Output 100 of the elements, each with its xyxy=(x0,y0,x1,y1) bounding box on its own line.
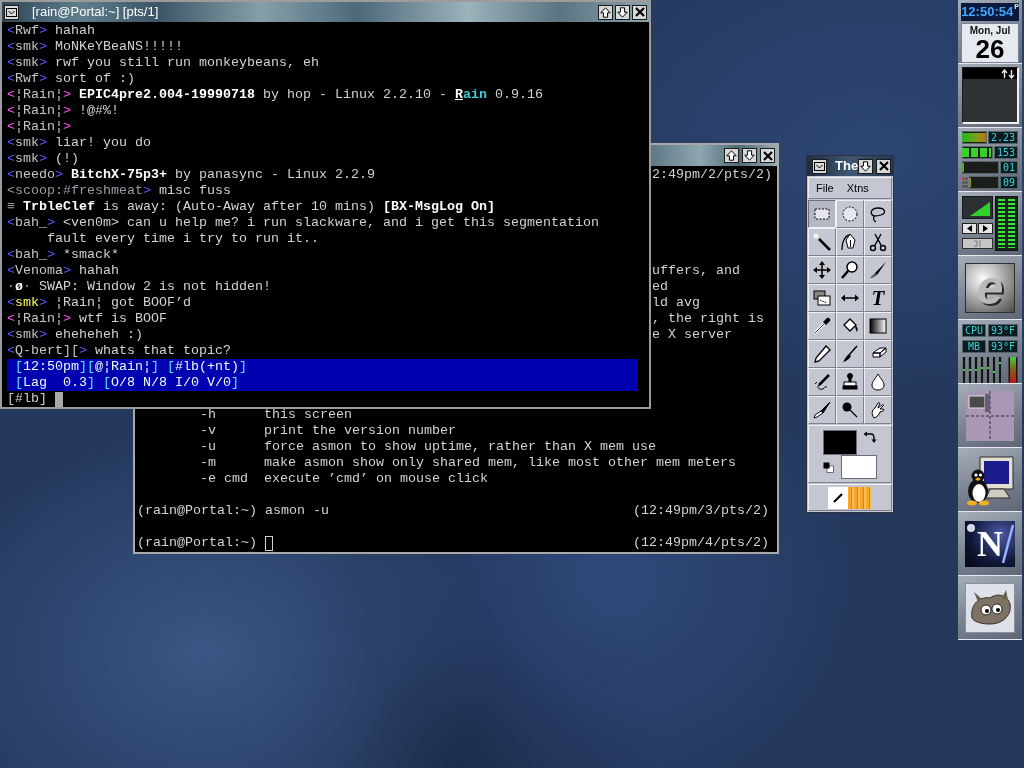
chat-line: <smk> (!) xyxy=(7,151,79,167)
window-menu-button[interactable] xyxy=(4,4,19,20)
left-triangle-icon xyxy=(967,225,972,232)
chat-line: <Rwf> hahah xyxy=(7,23,95,39)
status-line: [Lag 0.3] [O/8 N/8 I/0 V/0] xyxy=(15,375,239,391)
close-button[interactable] xyxy=(760,148,775,163)
lcd-label: CPU xyxy=(962,324,987,337)
chat-line: <Venoma> hahah xyxy=(7,263,119,279)
shell-prompt: (rain@Portal:~) xyxy=(137,535,257,551)
chat-line: <¦Rain¦> !@#%! xyxy=(7,103,119,119)
logo-letter: N xyxy=(977,524,1003,563)
swap-arrows-icon[interactable] xyxy=(863,430,877,444)
arrow-down-icon xyxy=(744,150,755,161)
magic-wand-icon xyxy=(812,232,832,252)
chat-line: <bah_> <ven0m> can u help me? i run slackware, and i get this segmentation xyxy=(7,215,599,231)
stamp-icon xyxy=(840,372,860,392)
dock-tile[interactable]: e xyxy=(958,256,1022,320)
chat-line: <smk> MoNKeYBeaNS!!!!! xyxy=(7,39,183,55)
scissors-icon xyxy=(868,232,888,252)
water-drop-icon xyxy=(868,372,888,392)
dot-matrix-icon xyxy=(962,177,968,188)
move-arrows-icon xyxy=(812,260,832,280)
penguin-computer-icon[interactable] xyxy=(964,453,1016,506)
up-down-arrows-icon xyxy=(1000,68,1015,79)
dock-tile[interactable] xyxy=(958,448,1022,512)
lcd-label: MB xyxy=(962,340,986,353)
maximize-button[interactable] xyxy=(598,4,613,20)
option-description: force asmon to show uptime, rather than X mem use xyxy=(264,439,656,455)
terminal-text: ed xyxy=(652,279,668,295)
arrow-up-icon xyxy=(600,6,611,18)
chat-line: <smk> ¦Rain¦ got BOOF’d xyxy=(7,295,191,311)
arrow-down-icon xyxy=(860,160,872,172)
status-line: [12:50pm][@¦Rain¦] [#lb(+nt)] xyxy=(15,359,247,375)
dock-tile[interactable] xyxy=(958,576,1022,640)
command-text: asmon -u xyxy=(265,503,329,519)
dock-tile[interactable] xyxy=(958,192,1022,256)
chat-line: <smk> liar! you do xyxy=(7,135,151,151)
minimize-button[interactable] xyxy=(742,148,757,163)
window-menu-button[interactable] xyxy=(812,158,827,174)
pager-drawing[interactable] xyxy=(966,390,1014,441)
dock-tile[interactable]: 2.23 153 01 09 xyxy=(958,128,1022,192)
chat-line: <scoop:#freshmeat> misc fuss xyxy=(7,183,231,199)
window-title: The xyxy=(835,158,859,174)
next-button[interactable] xyxy=(978,223,993,234)
maximize-button[interactable] xyxy=(724,148,739,163)
tool-button[interactable] xyxy=(808,200,836,228)
brush-stroke-icon xyxy=(833,492,843,503)
terminal-text: , the right is xyxy=(652,311,764,327)
dock-tile[interactable]: CPU 93°F MB 93°F xyxy=(958,320,1022,384)
chat-line: fault every time i try to run it.. xyxy=(47,231,319,247)
lcd-reading: 09 xyxy=(999,176,1018,189)
clock-time: 12:50:54 xyxy=(961,3,1014,21)
minimize-button[interactable] xyxy=(615,4,630,20)
ink-pen-icon xyxy=(812,400,832,420)
option-label: -v xyxy=(200,423,216,439)
option-description: execute ’cmd’ on mouse click xyxy=(264,471,488,487)
volume-triangle-icon xyxy=(970,202,990,216)
close-button[interactable] xyxy=(632,4,647,20)
window-menu-icon xyxy=(814,161,825,171)
chat-line: <¦Rain¦> EPIC4pre2.004-19990718 by hop - Linux 2.2.10 - Rain 0.9.16 xyxy=(7,87,543,103)
default-colors-icon[interactable] xyxy=(823,462,834,473)
dock-tile[interactable] xyxy=(958,384,1022,448)
chat-line: <¦Rain¦> xyxy=(7,119,71,135)
shell-prompt: (rain@Portal:~) xyxy=(137,503,257,519)
option-description: this screen xyxy=(264,407,352,423)
close-icon xyxy=(762,150,773,161)
comet-streak-icon xyxy=(1002,523,1014,564)
paintbrush-icon xyxy=(840,344,860,364)
terminal-text: e X server xyxy=(652,327,732,343)
lcd-reading: 01 xyxy=(999,161,1018,174)
prompt-info: (12:49pm/3/pts/2) xyxy=(633,503,769,519)
minimize-button[interactable] xyxy=(858,158,874,174)
eyedropper-icon xyxy=(812,316,832,336)
day-number: 26 xyxy=(975,37,1005,62)
lcd-reading: 153 xyxy=(993,146,1018,159)
previous-button[interactable] xyxy=(962,223,977,234)
toggle-button[interactable] xyxy=(962,238,993,249)
pattern-swatch-icon[interactable] xyxy=(848,486,872,509)
prompt-info: (12:49pm/4/pts/2) xyxy=(633,535,769,551)
dock-tile[interactable]: N xyxy=(958,512,1022,576)
menu-item[interactable]: File xyxy=(816,181,834,195)
close-button[interactable] xyxy=(876,158,892,174)
transform-icon xyxy=(812,288,832,308)
foreground-swatch-icon[interactable] xyxy=(823,430,857,455)
lcd-reading: 93°F xyxy=(987,340,1018,353)
pencil-icon xyxy=(812,344,832,364)
terminal-text: ld avg xyxy=(652,295,700,311)
option-description: print the version number xyxy=(264,423,456,439)
prompt-label: [#lb] xyxy=(7,391,47,407)
date-label: Mon, Jul xyxy=(969,25,1011,37)
menu-item[interactable]: Xtns xyxy=(846,181,869,195)
option-label: -e cmd xyxy=(200,471,248,487)
tool-button[interactable]: T xyxy=(864,284,892,312)
background-swatch-icon[interactable] xyxy=(841,455,877,479)
close-icon xyxy=(878,161,889,171)
gradient-icon xyxy=(868,316,888,336)
chat-line: <smk> rwf you still run monkeybeans, eh xyxy=(7,55,319,71)
brush-preview[interactable] xyxy=(828,486,848,509)
terminal-text: 2:49pm/2/pts/2) xyxy=(652,167,772,183)
round-brush-icon xyxy=(840,400,860,420)
